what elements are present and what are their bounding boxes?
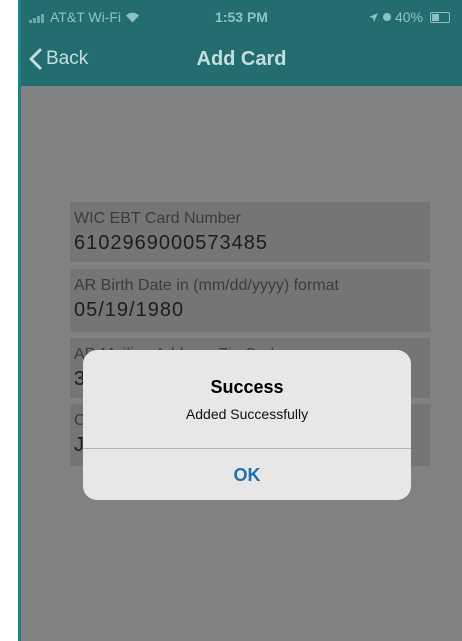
battery-percent: 40%: [394, 9, 423, 25]
location-arrow-icon: [368, 12, 378, 22]
success-alert-dialog: Success Added Successfully OK: [83, 350, 411, 500]
ok-button[interactable]: OK: [83, 449, 411, 500]
app-frame: AT&T Wi-Fi 1:53 PM 40% Back Add Card WIC…: [18, 0, 462, 641]
alert-message: Added Successfully: [185, 406, 309, 422]
card-number-field[interactable]: WIC EBT Card Number 6102969000573485: [70, 202, 430, 262]
navigation-bar: AT&T Wi-Fi 1:53 PM 40% Back Add Card: [21, 0, 462, 86]
card-number-label: WIC EBT Card Number: [74, 210, 241, 227]
card-number-value: 6102969000573485: [74, 232, 268, 254]
birth-date-label: AR Birth Date in (mm/dd/yyyy) format: [74, 277, 339, 294]
birth-date-value: 05/19/1980: [74, 299, 185, 321]
page-title: Add Card: [196, 48, 287, 70]
status-bar: AT&T Wi-Fi 1:53 PM 40%: [21, 5, 462, 31]
status-right: 40%: [368, 9, 450, 25]
birth-date-field[interactable]: AR Birth Date in (mm/dd/yyyy) format 05/…: [70, 269, 430, 332]
battery-icon: [430, 11, 450, 23]
orientation-lock-icon: [382, 13, 391, 21]
phone-screen: AT&T Wi-Fi 1:53 PM 40% Back Add Card WIC…: [21, 0, 462, 641]
alert-title: Success: [210, 377, 284, 397]
